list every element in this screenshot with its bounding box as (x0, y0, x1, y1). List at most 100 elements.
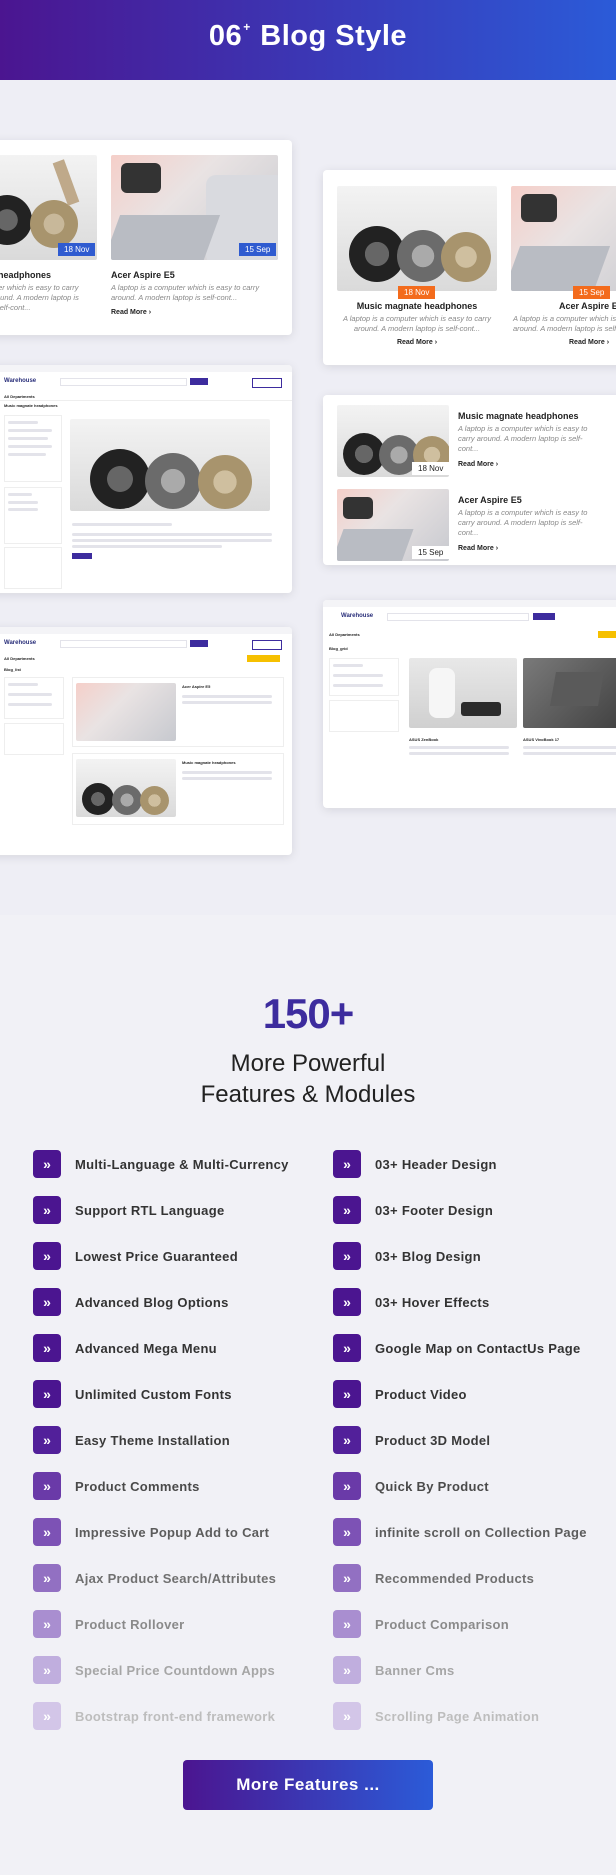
feature-label: infinite scroll on Collection Page (375, 1524, 587, 1540)
feature-label: Unlimited Custom Fonts (75, 1386, 232, 1402)
post-title[interactable]: Acer Aspire E (559, 301, 616, 311)
double-chevron-right-icon: » (333, 1380, 361, 1408)
feature-label: Advanced Blog Options (75, 1294, 229, 1310)
date-badge: 15 Sep (239, 243, 277, 256)
read-more-link[interactable]: Read More › (111, 309, 151, 316)
feature-item: » Advanced Mega Menu (33, 1334, 217, 1362)
double-chevron-right-icon: » (333, 1518, 361, 1546)
feature-item: » 03+ Blog Design (333, 1242, 481, 1270)
more-features-button[interactable]: More Features ... (183, 1760, 433, 1810)
feature-label: Easy Theme Installation (75, 1432, 231, 1448)
post-excerpt: A laptop is a computer which is easy to … (111, 283, 260, 302)
double-chevron-right-icon: » (333, 1242, 361, 1270)
features-subtitle: More Powerful Features & Modules (200, 1050, 416, 1108)
date-badge: 15 Sep (573, 286, 611, 299)
feature-item: » Bootstrap front-end framework (33, 1702, 275, 1730)
feature-label: Quick By Product (375, 1478, 489, 1494)
blog-detail-screenshot: Warehouse All Departments Music magnate … (0, 365, 292, 593)
breadcrumb-title: Music magnate headphones (4, 403, 58, 408)
post-image-headphones[interactable] (70, 419, 270, 511)
feature-label: 03+ Footer Design (375, 1202, 494, 1218)
double-chevron-right-icon: » (333, 1334, 361, 1362)
double-chevron-right-icon: » (33, 1380, 61, 1408)
feature-label: Product 3D Model (375, 1432, 491, 1448)
feature-item: » 03+ Header Design (333, 1150, 497, 1178)
feature-label: Special Price Countdown Apps (75, 1662, 276, 1678)
feature-item: » 03+ Hover Effects (333, 1288, 490, 1316)
feature-item: » Special Price Countdown Apps (33, 1656, 275, 1684)
double-chevron-right-icon: » (333, 1472, 361, 1500)
feature-item: » Product 3D Model (333, 1426, 490, 1454)
department-menu[interactable]: All Departments (4, 394, 35, 399)
feature-item: » Product Rollover (33, 1610, 185, 1638)
feature-item: » Easy Theme Installation (33, 1426, 230, 1454)
breadcrumb-title: Blog_list (4, 667, 21, 672)
post-title[interactable]: Acer Aspire E5 (111, 270, 175, 280)
post-title[interactable]: Music magnate headphones (337, 301, 497, 311)
double-chevron-right-icon: » (333, 1288, 361, 1316)
post-title[interactable]: headphones (0, 270, 51, 280)
feature-label: Impressive Popup Add to Cart (75, 1524, 270, 1540)
post-title[interactable]: ASUS ZenBook (409, 737, 438, 742)
double-chevron-right-icon: » (33, 1564, 61, 1592)
post-title[interactable]: Acer Aspire E5 (458, 495, 522, 505)
site-logo[interactable]: Warehouse (4, 378, 36, 384)
post-excerpt: A laptop is a computer which is easy to … (458, 508, 588, 537)
features-count: 150+ (262, 990, 355, 1037)
feature-label: Ajax Product Search/Attributes (75, 1570, 277, 1586)
double-chevron-right-icon: » (333, 1656, 361, 1684)
post-title[interactable]: Music magnate headphones (458, 411, 579, 421)
feature-label: Product Comments (75, 1478, 200, 1494)
feature-label: 03+ Hover Effects (375, 1294, 490, 1310)
feature-label: Bootstrap front-end framework (75, 1708, 276, 1724)
feature-label: Product Rollover (75, 1616, 185, 1632)
feature-label: Lowest Price Guaranteed (75, 1248, 238, 1264)
read-more-link[interactable]: Read More › (569, 339, 609, 346)
read-more-link[interactable]: Read More › (337, 339, 497, 346)
double-chevron-right-icon: » (333, 1702, 361, 1730)
feature-label: Advanced Mega Menu (75, 1340, 217, 1356)
blog-style-showcase: 18 Nov headphones ter which is easy to c… (0, 80, 616, 915)
double-chevron-right-icon: » (333, 1196, 361, 1224)
double-chevron-right-icon: » (333, 1150, 361, 1178)
site-logo[interactable]: Warehouse (4, 640, 36, 646)
post-excerpt: A laptop is a computer which is easy to … (513, 314, 616, 333)
post-image-speaker[interactable] (409, 658, 517, 728)
feature-item: » Ajax Product Search/Attributes (33, 1564, 276, 1592)
post-title[interactable]: ASUS VivoBook 17 (523, 737, 559, 742)
double-chevron-right-icon: » (33, 1242, 61, 1270)
blog-list-screenshot: Warehouse All Departments Blog_list Acer… (0, 627, 292, 855)
read-more-link[interactable]: Read More › (458, 461, 498, 468)
post-title[interactable]: Music magnate headphones (182, 760, 236, 765)
department-menu[interactable]: All Departments (4, 656, 35, 661)
post-image-headphones[interactable] (76, 759, 176, 817)
feature-item: » Recommended Products (333, 1564, 534, 1592)
feature-item: » infinite scroll on Collection Page (333, 1518, 587, 1546)
feature-label: Recommended Products (375, 1570, 535, 1586)
double-chevron-right-icon: » (333, 1426, 361, 1454)
double-chevron-right-icon: » (33, 1150, 61, 1178)
feature-item: » Product Comments (33, 1472, 200, 1500)
hero-banner: 06+ Blog Style (0, 0, 616, 80)
site-logo[interactable]: Warehouse (341, 613, 373, 619)
post-excerpt: A laptop is a computer which is easy to … (458, 424, 588, 453)
double-chevron-right-icon: » (33, 1518, 61, 1546)
date-badge: 18 Nov (58, 243, 96, 256)
post-image-laptop[interactable] (76, 683, 176, 741)
post-title[interactable]: Acer Aspire E5 (182, 684, 210, 689)
feature-item: » Scrolling Page Animation (333, 1702, 539, 1730)
double-chevron-right-icon: » (333, 1610, 361, 1638)
post-image-headphones[interactable] (337, 186, 497, 291)
feature-item: » Quick By Product (333, 1472, 489, 1500)
page-title: 06+ Blog Style (208, 20, 408, 52)
department-menu[interactable]: All Departments (329, 632, 360, 637)
feature-item: » Impressive Popup Add to Cart (33, 1518, 269, 1546)
breadcrumb-title: Blog_grid (329, 646, 348, 651)
post-image-laptop[interactable] (511, 186, 616, 291)
post-image-laptop-dark[interactable] (523, 658, 616, 728)
read-more-link[interactable]: Read More › (458, 545, 498, 552)
post-excerpt: A laptop is a computer which is easy to … (342, 314, 492, 333)
blog-card-grid-1: 18 Nov headphones ter which is easy to c… (0, 140, 292, 335)
double-chevron-right-icon: » (33, 1196, 61, 1224)
blog-card-list: 18 Nov Music magnate headphones A laptop… (323, 395, 616, 565)
